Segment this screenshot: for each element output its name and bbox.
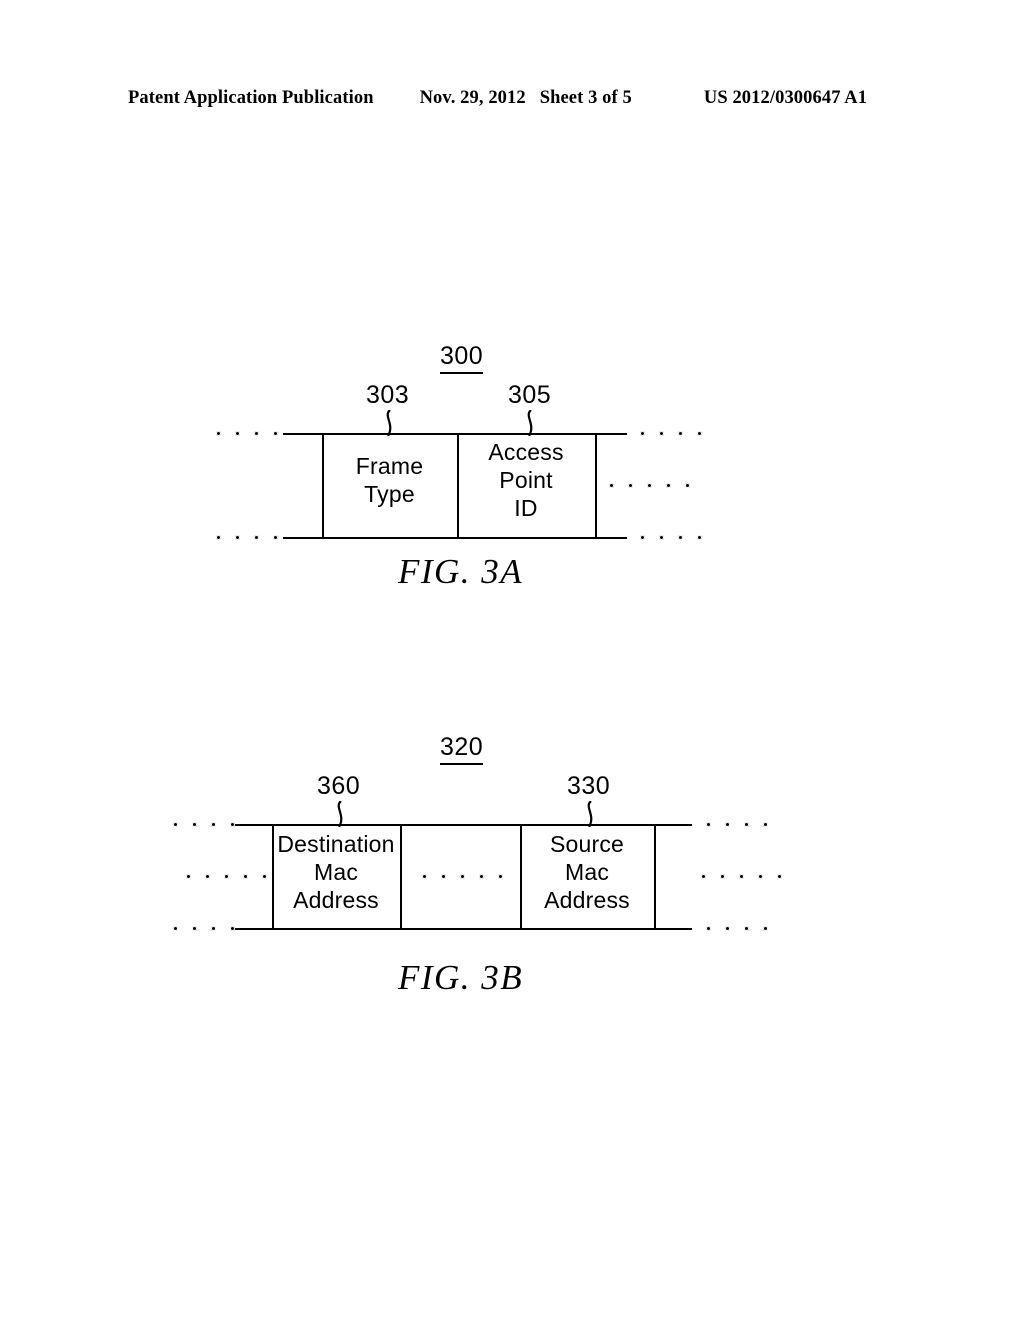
field-line: Frame: [355, 453, 424, 479]
packet-3b-divider-2: [400, 824, 402, 930]
packet-3b-ellipsis-right-middle: [701, 874, 782, 879]
header-publication-number: US 2012/0300647 A1: [703, 88, 868, 108]
packet-3b-ellipsis-left-middle: [186, 874, 267, 879]
field-line: Address: [293, 887, 379, 914]
packet-3a-ellipsis-left-bottom: [216, 535, 278, 540]
field-line: Destination: [277, 831, 395, 857]
header-sheet: Sheet 3 of 5: [539, 88, 632, 108]
packet-3a-divider-3: [595, 433, 597, 539]
packet-3a-ellipsis-right-bottom: [640, 535, 702, 540]
field-line: Mac: [313, 859, 359, 886]
field-line: Point: [499, 467, 553, 494]
figure-3b-packet-diagram: Destination Mac Address Source Mac Addre…: [0, 720, 1024, 960]
packet-3a-ellipsis-right-middle: [609, 483, 690, 488]
packet-3b-field-destination-mac-address: Destination Mac Address: [272, 830, 400, 914]
packet-3a-top-rail: [283, 433, 627, 435]
packet-3a-ellipsis-left-top: [216, 431, 278, 436]
packet-3a-bottom-rail: [283, 537, 627, 539]
field-line: ID: [514, 495, 538, 522]
packet-3b-field-source-mac-address: Source Mac Address: [520, 830, 654, 914]
figure-3a-caption: FIG. 3A: [398, 552, 524, 591]
packet-3b-ellipsis-left-top: [173, 822, 235, 827]
packet-3b-top-rail: [232, 824, 692, 826]
field-line: Type: [364, 481, 415, 508]
figure-3b: 320 360 330 Destination Mac Address Sour…: [0, 720, 1024, 1020]
packet-3b-ellipsis-right-top: [706, 822, 768, 827]
packet-3b-ellipsis-left-bottom: [173, 926, 235, 931]
publication-header: Patent Application Publication Nov. 29, …: [128, 88, 896, 114]
field-line: Mac: [564, 859, 610, 886]
packet-3a-ellipsis-right-top: [640, 431, 702, 436]
packet-3a-field-access-point-id: Access Point ID: [457, 438, 595, 522]
field-line: Address: [544, 887, 630, 914]
figure-3a-packet-diagram: Frame Type Access Point ID: [0, 330, 1024, 560]
field-line: Access: [488, 439, 564, 465]
packet-3b-bottom-rail: [232, 928, 692, 930]
packet-3b-ellipsis-right-bottom: [706, 926, 768, 931]
packet-3a-field-frame-type: Frame Type: [322, 452, 457, 508]
packet-3b-ellipsis-middle-cell: [422, 874, 503, 879]
figure-3a: 300 303 305 Frame Type Access Point ID F…: [0, 330, 1024, 600]
figure-3b-caption: FIG. 3B: [398, 958, 524, 997]
field-line: Source: [549, 831, 625, 857]
header-date: Nov. 29, 2012: [419, 88, 526, 108]
packet-3b-divider-4: [654, 824, 656, 930]
header-title: Patent Application Publication: [128, 88, 374, 108]
